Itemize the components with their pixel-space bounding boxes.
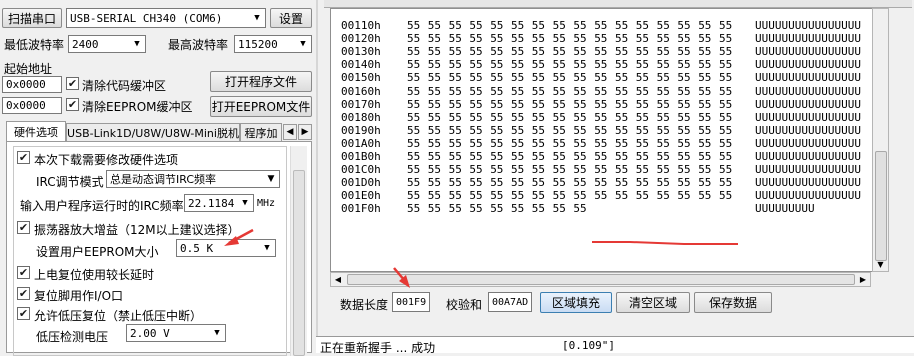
red-arrow-annotation xyxy=(224,228,254,246)
red-underline-annotation xyxy=(592,241,738,245)
annotation-overlay xyxy=(224,228,738,288)
red-arrow-annotation xyxy=(393,267,410,288)
